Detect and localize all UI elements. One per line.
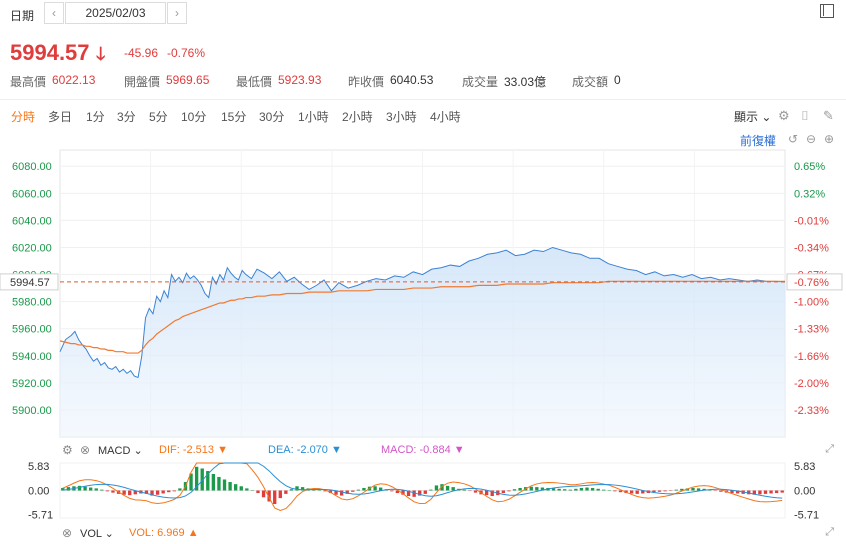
percent-tick-label: -1.66%: [794, 351, 829, 363]
y-tick-label: 5900.00: [12, 405, 52, 417]
percent-tick-label: -1.33%: [794, 324, 829, 336]
close-icon[interactable]: ⊗: [62, 526, 72, 540]
vol-value: VOL: 6.969 ▲: [129, 527, 199, 539]
percent-tick-label: 0.65%: [794, 161, 825, 173]
expand-icon[interactable]: ⤢: [825, 526, 834, 539]
dif-value: DIF: -2.513 ▼: [159, 444, 228, 456]
percent-tick-label: 0.32%: [794, 188, 825, 200]
y-tick-label: 5920.00: [12, 378, 52, 390]
macd-tick-label-right: 5.83: [794, 461, 815, 473]
y-tick-label: 5980.00: [12, 297, 52, 309]
percent-tick-label: -2.33%: [794, 405, 829, 417]
macd-tick-label-right: 0.00: [794, 486, 815, 498]
current-price-label: 5994.57: [10, 277, 50, 289]
macd-tick-label-left: 0.00: [28, 486, 49, 498]
y-tick-label: 6040.00: [12, 215, 52, 227]
macd-value: MACD: -0.884 ▼: [381, 444, 465, 456]
settings-icon[interactable]: ⚙: [62, 443, 73, 457]
macd-tick-label-left: 5.83: [28, 461, 49, 473]
current-percent-label: -0.76%: [794, 277, 829, 289]
indicator-select[interactable]: VOL ⌄: [80, 527, 114, 540]
percent-tick-label: -1.00%: [794, 297, 829, 309]
vol-header: ⊗ VOL ⌄ VOL: 6.969 ▲ ⤢: [0, 526, 846, 542]
expand-icon[interactable]: ⤢: [825, 443, 834, 456]
y-tick-label: 5960.00: [12, 324, 52, 336]
dea-value: DEA: -2.070 ▼: [268, 444, 342, 456]
close-icon[interactable]: ⊗: [80, 443, 90, 457]
y-tick-label: 5940.00: [12, 351, 52, 363]
percent-tick-label: -2.00%: [794, 378, 829, 390]
macd-tick-label-right: -5.71: [794, 510, 819, 522]
percent-tick-label: -0.01%: [794, 215, 829, 227]
macd-header: ⚙ ⊗ MACD ⌄ DIF: -2.513 ▼ DEA: -2.070 ▼ M…: [0, 443, 846, 459]
y-tick-label: 6080.00: [12, 161, 52, 173]
macd-tick-label-left: -5.71: [28, 510, 53, 522]
intraday-chart[interactable]: 6080.006060.006040.006020.006000.005980.…: [0, 0, 846, 544]
indicator-select[interactable]: MACD ⌄: [98, 444, 143, 457]
y-tick-label: 6060.00: [12, 188, 52, 200]
y-tick-label: 6020.00: [12, 242, 52, 254]
percent-tick-label: -0.34%: [794, 242, 829, 254]
